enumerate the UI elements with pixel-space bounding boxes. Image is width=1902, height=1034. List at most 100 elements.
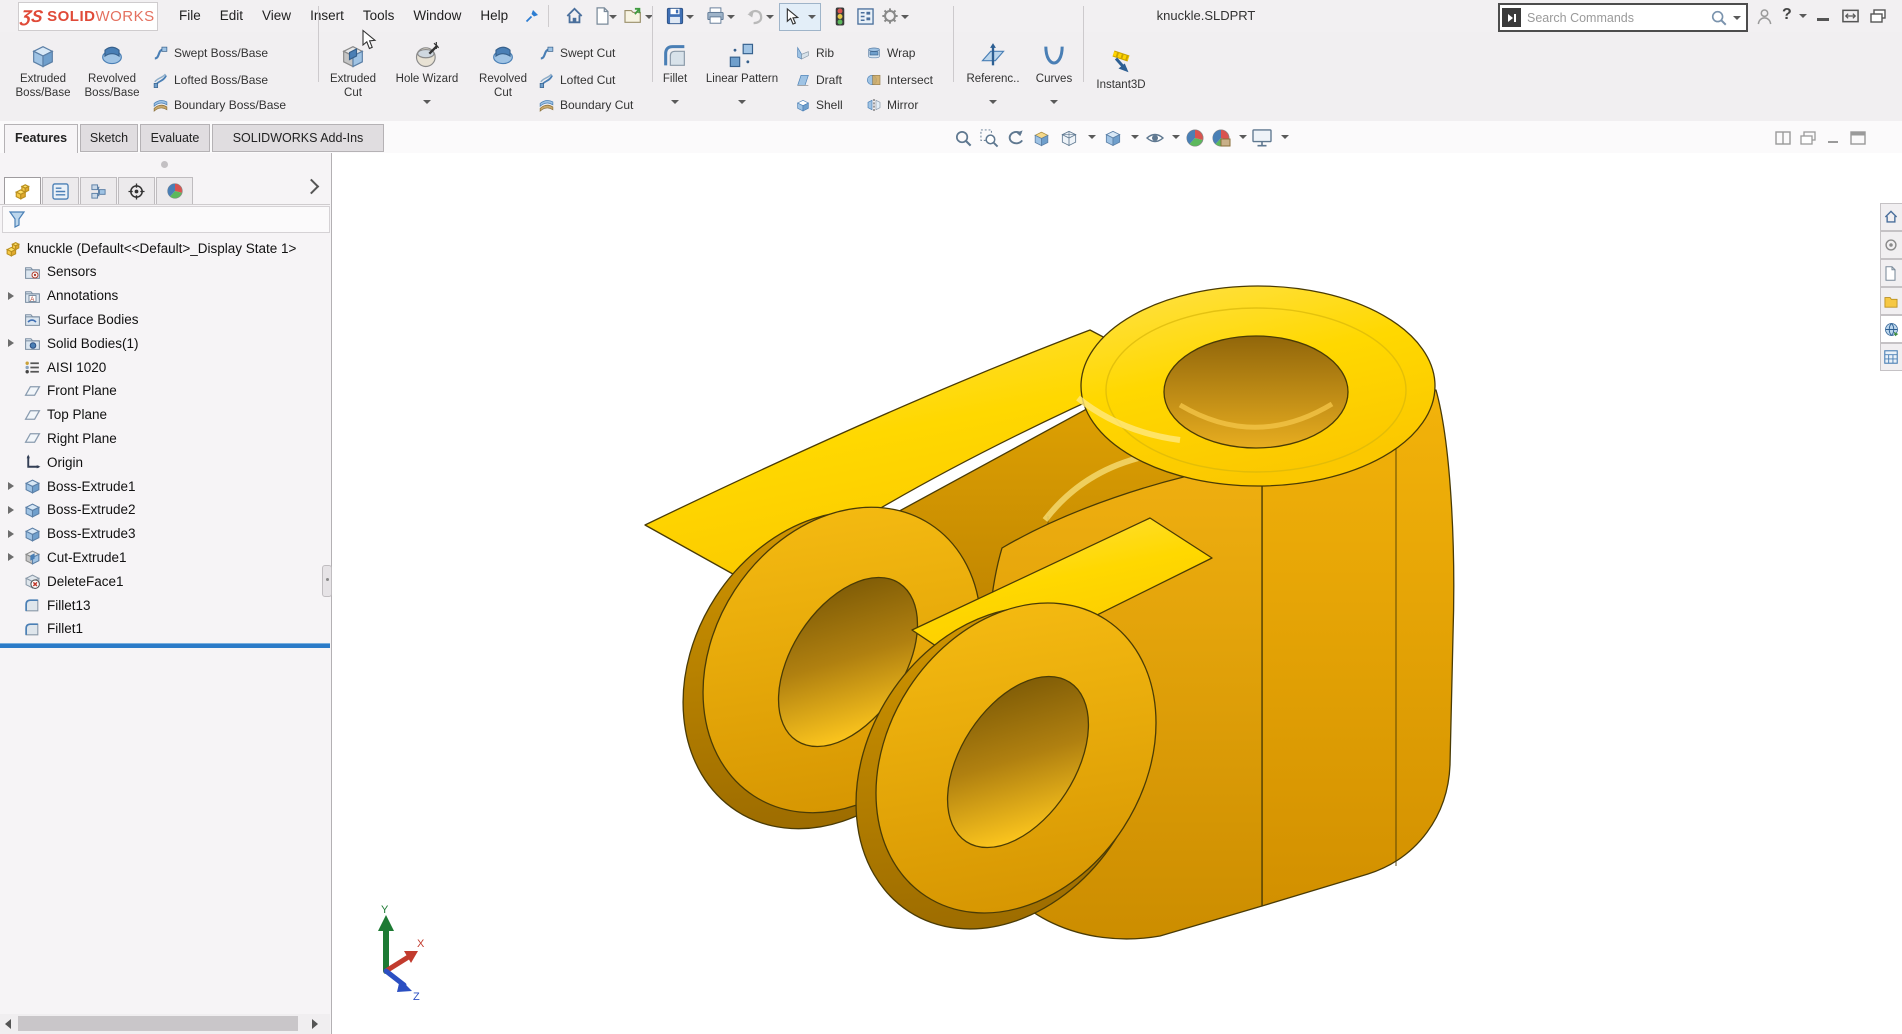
linear-pattern-dropdown-arrow[interactable] bbox=[738, 100, 746, 104]
shell-button[interactable]: Shell bbox=[795, 94, 843, 116]
pane-split-icon[interactable] bbox=[1772, 127, 1794, 149]
rib-button[interactable]: Rib bbox=[795, 42, 834, 64]
tree-item-boss-extrude2[interactable]: Boss-Extrude2 bbox=[0, 499, 330, 522]
reference-dropdown-arrow[interactable] bbox=[989, 100, 997, 104]
display-manager-tab[interactable] bbox=[156, 177, 193, 205]
tree-root-item[interactable]: knuckle (Default<<Default>_Display State… bbox=[0, 237, 330, 260]
tree-item-cut-extrude1[interactable]: Cut-Extrude1 bbox=[0, 546, 330, 569]
select-tool-button[interactable] bbox=[779, 3, 821, 31]
apply-scene-dropdown-arrow[interactable] bbox=[1239, 135, 1247, 139]
menu-insert[interactable]: Insert bbox=[307, 1, 347, 31]
settings-gear-icon[interactable] bbox=[878, 4, 902, 28]
hide-show-dropdown-arrow[interactable] bbox=[1172, 135, 1180, 139]
home-icon[interactable] bbox=[562, 4, 586, 28]
expand-arrow[interactable] bbox=[8, 482, 14, 490]
menu-tools[interactable]: Tools bbox=[360, 1, 398, 31]
tab-evaluate[interactable]: Evaluate bbox=[140, 124, 210, 152]
scroll-right-arrow[interactable] bbox=[312, 1019, 318, 1029]
lofted-boss-button[interactable]: Lofted Boss/Base bbox=[152, 69, 268, 91]
tree-item-fillet13[interactable]: Fillet13 bbox=[0, 594, 330, 617]
minimize-window-icon[interactable] bbox=[1817, 18, 1829, 21]
lofted-cut-button[interactable]: Lofted Cut bbox=[538, 69, 615, 91]
boundary-cut-button[interactable]: Boundary Cut bbox=[538, 94, 633, 116]
panel-horizontal-scrollbar[interactable] bbox=[0, 1014, 330, 1034]
scrollbar-thumb[interactable] bbox=[18, 1016, 298, 1031]
search-input[interactable] bbox=[1521, 11, 1710, 25]
search-magnifier-icon[interactable] bbox=[1710, 9, 1728, 27]
menu-file[interactable]: File bbox=[176, 1, 204, 31]
pane-minimize-icon[interactable] bbox=[1822, 127, 1844, 149]
save-dropdown-arrow[interactable] bbox=[686, 15, 694, 19]
tree-item-sensors[interactable]: Sensors bbox=[0, 261, 330, 284]
task-pane-view-palette-icon[interactable] bbox=[1880, 315, 1902, 343]
display-style-icon[interactable] bbox=[1102, 127, 1124, 149]
tree-item-annotations[interactable]: A Annotations bbox=[0, 285, 330, 308]
task-pane-home-icon[interactable] bbox=[1880, 203, 1902, 231]
view-orientation-dropdown-arrow[interactable] bbox=[1088, 135, 1096, 139]
menu-edit[interactable]: Edit bbox=[217, 1, 246, 31]
open-icon[interactable] bbox=[622, 4, 646, 28]
tab-sketch[interactable]: Sketch bbox=[80, 124, 138, 152]
tab-solidworks-add-ins[interactable]: SOLIDWORKS Add-Ins bbox=[212, 124, 384, 152]
panel-splitter-grip[interactable] bbox=[322, 565, 332, 597]
mirror-button[interactable]: Mirror bbox=[866, 94, 918, 116]
tree-item-top-plane[interactable]: Top Plane bbox=[0, 404, 330, 427]
scroll-left-arrow[interactable] bbox=[5, 1019, 11, 1029]
cascade-window-icon[interactable] bbox=[1866, 4, 1890, 28]
swept-cut-button[interactable]: Swept Cut bbox=[538, 42, 615, 64]
revolved-boss-button[interactable]: Revolved Boss/Base bbox=[83, 36, 141, 118]
task-pane-solidworks-resources-icon[interactable] bbox=[1880, 231, 1902, 259]
expand-arrow[interactable] bbox=[8, 553, 14, 561]
tree-item-boss-extrude1[interactable]: Boss-Extrude1 bbox=[0, 475, 330, 498]
zoom-to-area-icon[interactable] bbox=[978, 127, 1000, 149]
tree-item-deleteface1[interactable]: DeleteFace1 bbox=[0, 570, 330, 593]
expand-arrow[interactable] bbox=[8, 506, 14, 514]
restore-window-icon[interactable] bbox=[1838, 4, 1862, 28]
featuremanager-design-tree-tab[interactable] bbox=[4, 177, 41, 205]
menu-window[interactable]: Window bbox=[410, 1, 464, 31]
menu-help[interactable]: Help bbox=[477, 1, 511, 31]
tree-item-right-plane[interactable]: Right Plane bbox=[0, 427, 330, 450]
previous-view-icon[interactable] bbox=[1004, 127, 1026, 149]
task-pane-design-library-icon[interactable] bbox=[1880, 259, 1902, 287]
panel-collapse-handle[interactable] bbox=[161, 161, 168, 168]
property-manager-tab[interactable] bbox=[42, 177, 79, 205]
tree-item-solid-bodies[interactable]: Solid Bodies(1) bbox=[0, 332, 330, 355]
pane-expand-icon[interactable] bbox=[1847, 127, 1869, 149]
task-pane-appearances-icon[interactable] bbox=[1880, 343, 1902, 371]
options-list-icon[interactable] bbox=[853, 4, 877, 28]
search-dropdown-arrow[interactable] bbox=[1733, 16, 1741, 20]
tree-item-fillet1[interactable]: Fillet1 bbox=[0, 618, 330, 641]
select-dropdown-arrow[interactable] bbox=[808, 15, 816, 19]
rollback-bar[interactable] bbox=[0, 643, 330, 648]
linear-pattern-button[interactable]: Linear Pattern bbox=[700, 36, 784, 118]
display-style-dropdown-arrow[interactable] bbox=[1131, 135, 1139, 139]
print-icon[interactable] bbox=[703, 4, 727, 28]
tree-item-origin[interactable]: Origin bbox=[0, 451, 330, 474]
search-commands-box[interactable] bbox=[1498, 3, 1748, 32]
expand-arrow[interactable] bbox=[8, 530, 14, 538]
view-settings-icon[interactable] bbox=[1251, 127, 1273, 149]
draft-button[interactable]: Draft bbox=[795, 69, 842, 91]
user-account-icon[interactable] bbox=[1752, 4, 1776, 28]
curves-dropdown-arrow[interactable] bbox=[1050, 100, 1058, 104]
help-dropdown-arrow[interactable] bbox=[1799, 14, 1807, 18]
apply-scene-icon[interactable] bbox=[1210, 127, 1232, 149]
revolved-cut-button[interactable]: Revolved Cut bbox=[474, 36, 532, 118]
hide-show-items-icon[interactable] bbox=[1144, 127, 1166, 149]
configuration-manager-tab[interactable] bbox=[80, 177, 117, 205]
swept-boss-button[interactable]: Swept Boss/Base bbox=[152, 42, 268, 64]
menu-view[interactable]: View bbox=[259, 1, 294, 31]
expand-arrow[interactable] bbox=[8, 292, 14, 300]
zoom-to-fit-icon[interactable] bbox=[952, 127, 974, 149]
save-icon[interactable] bbox=[663, 4, 687, 28]
fillet-button[interactable]: Fillet bbox=[655, 36, 695, 118]
section-view-icon[interactable] bbox=[1030, 127, 1052, 149]
undo-dropdown-arrow[interactable] bbox=[766, 15, 774, 19]
view-settings-dropdown-arrow[interactable] bbox=[1281, 135, 1289, 139]
extruded-boss-button[interactable]: Extruded Boss/Base bbox=[14, 36, 72, 118]
expand-arrow[interactable] bbox=[8, 339, 14, 347]
tree-item-front-plane[interactable]: Front Plane bbox=[0, 380, 330, 403]
edit-appearance-icon[interactable] bbox=[1184, 127, 1206, 149]
fillet-dropdown-arrow[interactable] bbox=[671, 100, 679, 104]
